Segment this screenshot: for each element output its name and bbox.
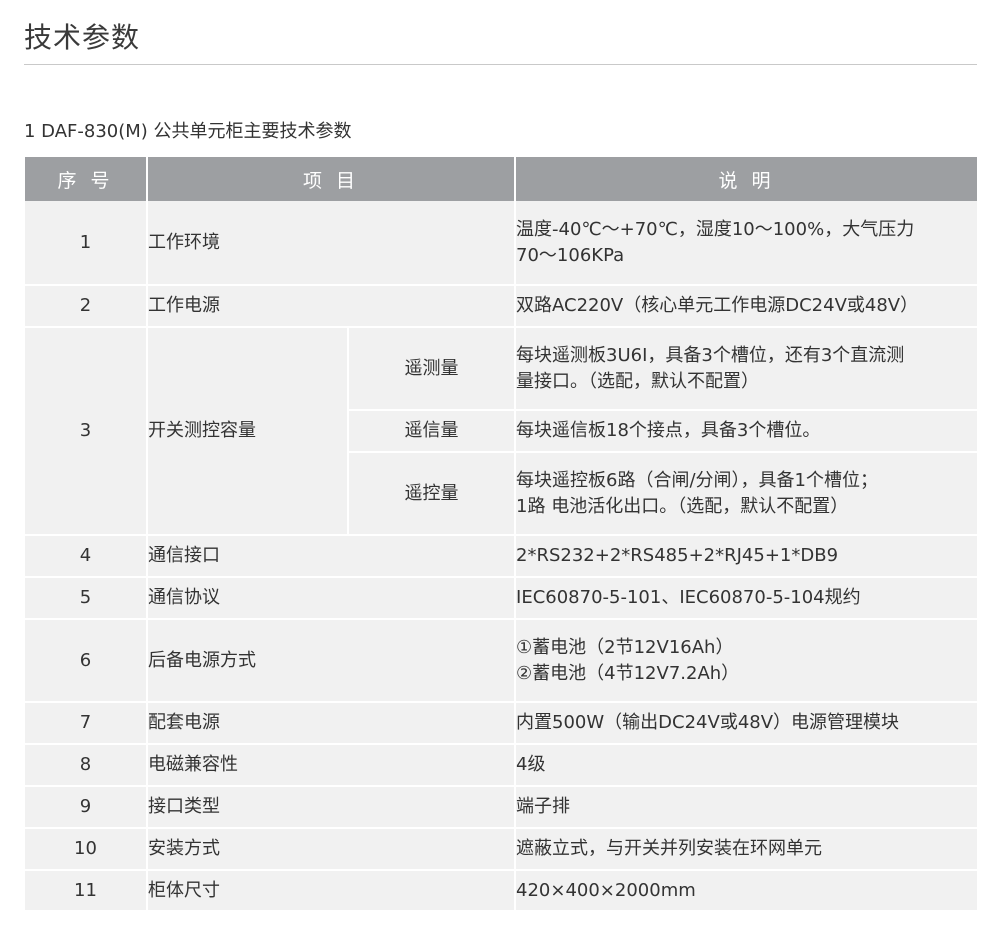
- row-item: 工作环境: [147, 201, 515, 285]
- row-subitem: 遥测量: [348, 327, 515, 410]
- row-index: 8: [25, 744, 147, 786]
- table-row: 7 配套电源 内置500W（输出DC24V或48V）电源管理模块: [25, 702, 977, 744]
- row-desc: 2*RS232+2*RS485+2*RJ45+1*DB9: [515, 535, 977, 577]
- row-item: 后备电源方式: [147, 619, 515, 702]
- row-desc: 双路AC220V（核心单元工作电源DC24V或48V）: [515, 285, 977, 327]
- row-desc: 每块遥测板3U6I，具备3个槽位，还有3个直流测 量接口。（选配，默认不配置）: [515, 327, 977, 410]
- row-index: 6: [25, 619, 147, 702]
- desc-line: 2*RS232+2*RS485+2*RJ45+1*DB9: [516, 543, 977, 569]
- desc-line: ②蓄电池（4节12V7.2Ah）: [516, 661, 977, 687]
- header-desc: 说 明: [515, 157, 977, 201]
- table-row: 1 工作环境 温度-40℃～+70℃，湿度10～100%，大气压力 70～106…: [25, 201, 977, 285]
- desc-line: 70～106KPa: [516, 243, 977, 269]
- row-item: 配套电源: [147, 702, 515, 744]
- header-index: 序 号: [25, 157, 147, 201]
- row-index: 7: [25, 702, 147, 744]
- row-desc: 420×400×2000mm: [515, 870, 977, 911]
- row-item: 安装方式: [147, 828, 515, 870]
- row-item: 接口类型: [147, 786, 515, 828]
- row-desc: 4级: [515, 744, 977, 786]
- table-row: 6 后备电源方式 ①蓄电池（2节12V16Ah） ②蓄电池（4节12V7.2Ah…: [25, 619, 977, 702]
- row-index: 11: [25, 870, 147, 911]
- row-index: 3: [25, 327, 147, 535]
- desc-line: 双路AC220V（核心单元工作电源DC24V或48V）: [516, 293, 977, 319]
- desc-line: 1路 电池活化出口。（选配，默认不配置）: [516, 494, 977, 520]
- row-item: 通信协议: [147, 577, 515, 619]
- table-row: 8 电磁兼容性 4级: [25, 744, 977, 786]
- row-index: 1: [25, 201, 147, 285]
- desc-line: 每块遥测板3U6I，具备3个槽位，还有3个直流测: [516, 343, 977, 369]
- header-item: 项 目: [147, 157, 515, 201]
- row-item: 工作电源: [147, 285, 515, 327]
- row-index: 5: [25, 577, 147, 619]
- desc-line: 4级: [516, 752, 977, 778]
- desc-line: 温度-40℃～+70℃，湿度10～100%，大气压力: [516, 217, 977, 243]
- row-index: 4: [25, 535, 147, 577]
- row-desc: 每块遥信板18个接点，具备3个槽位。: [515, 410, 977, 452]
- row-item: 柜体尺寸: [147, 870, 515, 911]
- table-row: 10 安装方式 遮蔽立式，与开关并列安装在环网单元: [25, 828, 977, 870]
- desc-line: ①蓄电池（2节12V16Ah）: [516, 635, 977, 661]
- desc-line: 遮蔽立式，与开关并列安装在环网单元: [516, 836, 977, 862]
- page-title: 技术参数: [24, 16, 140, 56]
- desc-line: 端子排: [516, 794, 977, 820]
- table-row: 2 工作电源 双路AC220V（核心单元工作电源DC24V或48V）: [25, 285, 977, 327]
- desc-line: IEC60870-5-101、IEC60870-5-104规约: [516, 585, 977, 611]
- row-index: 2: [25, 285, 147, 327]
- spec-table: 序 号 项 目 说 明 1 工作环境 温度-40℃～+70℃，湿度10～100%…: [25, 157, 977, 912]
- table-row: 9 接口类型 端子排: [25, 786, 977, 828]
- table-row: 11 柜体尺寸 420×400×2000mm: [25, 870, 977, 911]
- row-desc: IEC60870-5-101、IEC60870-5-104规约: [515, 577, 977, 619]
- row-desc: 遮蔽立式，与开关并列安装在环网单元: [515, 828, 977, 870]
- section-title: 1 DAF-830(M) 公共单元柜主要技术参数: [24, 117, 352, 143]
- table-row: 5 通信协议 IEC60870-5-101、IEC60870-5-104规约: [25, 577, 977, 619]
- desc-line: 每块遥控板6路（合闸/分闸），具备1个槽位；: [516, 468, 977, 494]
- desc-line: 内置500W（输出DC24V或48V）电源管理模块: [516, 710, 977, 736]
- row-subitem: 遥信量: [348, 410, 515, 452]
- row-item: 电磁兼容性: [147, 744, 515, 786]
- desc-line: 420×400×2000mm: [516, 878, 977, 904]
- title-divider: [24, 64, 977, 65]
- row-desc: ①蓄电池（2节12V16Ah） ②蓄电池（4节12V7.2Ah）: [515, 619, 977, 702]
- row-desc: 每块遥控板6路（合闸/分闸），具备1个槽位； 1路 电池活化出口。（选配，默认不…: [515, 452, 977, 535]
- row-desc: 端子排: [515, 786, 977, 828]
- row-index: 9: [25, 786, 147, 828]
- desc-line: 量接口。（选配，默认不配置）: [516, 369, 977, 395]
- table-row: 4 通信接口 2*RS232+2*RS485+2*RJ45+1*DB9: [25, 535, 977, 577]
- table-row: 3 开关测控容量 遥测量 每块遥测板3U6I，具备3个槽位，还有3个直流测 量接…: [25, 327, 977, 410]
- row-desc: 内置500W（输出DC24V或48V）电源管理模块: [515, 702, 977, 744]
- row-subitem: 遥控量: [348, 452, 515, 535]
- row-desc: 温度-40℃～+70℃，湿度10～100%，大气压力 70～106KPa: [515, 201, 977, 285]
- row-item: 开关测控容量: [147, 327, 348, 535]
- row-index: 10: [25, 828, 147, 870]
- row-item: 通信接口: [147, 535, 515, 577]
- table-header-row: 序 号 项 目 说 明: [25, 157, 977, 201]
- desc-line: 每块遥信板18个接点，具备3个槽位。: [516, 418, 977, 444]
